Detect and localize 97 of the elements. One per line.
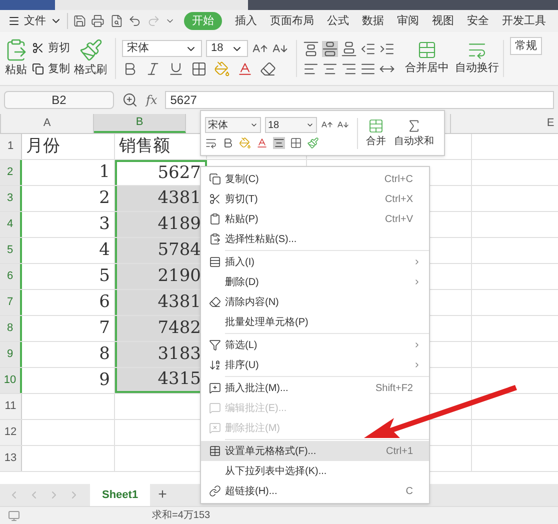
copy-icon bbox=[32, 62, 44, 75]
zoom-icon[interactable] bbox=[122, 92, 138, 108]
merge-cells-icon bbox=[368, 118, 384, 134]
menu-item-icon bbox=[209, 402, 221, 414]
merge-cells-icon bbox=[417, 40, 437, 60]
menu-item-icon bbox=[209, 445, 221, 457]
format-painter-icon[interactable] bbox=[307, 137, 319, 149]
cut-button[interactable]: 剪切 bbox=[32, 40, 70, 56]
border-icon[interactable] bbox=[290, 137, 302, 149]
context-menu-item[interactable]: 从下拉列表中选择(K)... bbox=[201, 461, 429, 481]
italic-icon[interactable] bbox=[145, 61, 161, 77]
ribbon-tab[interactable]: 页面布局 bbox=[266, 12, 318, 30]
merge-center-button[interactable]: 合并居中 bbox=[405, 40, 449, 77]
formula-input[interactable]: 5627 bbox=[165, 91, 554, 109]
clear-icon[interactable] bbox=[260, 61, 276, 77]
row-header[interactable]: 11 bbox=[0, 394, 22, 419]
row-header[interactable]: 6 bbox=[0, 264, 22, 289]
save-icon[interactable] bbox=[72, 13, 86, 29]
menu-item-icon bbox=[209, 485, 221, 497]
add-sheet-button[interactable]: + bbox=[150, 484, 175, 506]
font-color-icon[interactable] bbox=[237, 61, 253, 77]
ribbon-tab[interactable]: 数据 bbox=[358, 12, 388, 30]
table-cell: 5627 bbox=[115, 160, 207, 185]
shortcut-text: Ctrl+X bbox=[384, 192, 413, 206]
shortcut-text: Shift+F2 bbox=[375, 382, 413, 396]
font-size-select[interactable]: 18 bbox=[265, 117, 317, 133]
row-header[interactable]: 12 bbox=[0, 420, 22, 445]
font-size-select[interactable]: 18 bbox=[206, 40, 248, 57]
paintbrush-icon bbox=[78, 38, 102, 62]
context-menu-item[interactable]: 超链接(H)... C bbox=[201, 481, 429, 501]
context-menu-item[interactable]: 设置单元格格式(F)... Ctrl+1 bbox=[201, 441, 429, 461]
border-icon[interactable] bbox=[191, 61, 207, 77]
copy-button[interactable]: 复制 bbox=[32, 60, 70, 77]
row-header[interactable]: 4 bbox=[0, 212, 22, 237]
font-select[interactable]: 宋体 bbox=[122, 40, 202, 57]
column-header[interactable]: E bbox=[451, 114, 558, 133]
menu-item-icon bbox=[209, 173, 221, 185]
menu-item-icon bbox=[209, 339, 221, 351]
ribbon-tab[interactable]: 插入 bbox=[231, 12, 262, 30]
paste-button[interactable]: 粘贴 bbox=[4, 38, 28, 79]
ribbon-tab[interactable]: 开发工具 bbox=[498, 12, 550, 30]
print-preview-icon[interactable] bbox=[110, 13, 124, 29]
fx-label: fx bbox=[146, 92, 158, 109]
merge-button[interactable]: 合并 bbox=[357, 118, 386, 148]
menu-item-icon bbox=[209, 233, 221, 245]
font-color-icon[interactable] bbox=[256, 137, 268, 149]
fill-color-icon[interactable] bbox=[239, 137, 251, 149]
row-header[interactable]: 5 bbox=[0, 238, 22, 263]
menu-item-icon bbox=[209, 193, 221, 205]
format-painter-button[interactable]: 格式刷 bbox=[74, 38, 107, 79]
row-header[interactable]: 7 bbox=[0, 290, 22, 315]
table-cell: 月份 bbox=[22, 134, 115, 159]
shortcut-text: Ctrl+1 bbox=[386, 444, 413, 458]
ribbon-tab[interactable]: 视图 bbox=[428, 12, 458, 30]
align-middle-icon[interactable] bbox=[322, 40, 338, 56]
row-header[interactable]: 13 bbox=[0, 446, 22, 471]
print-icon[interactable] bbox=[91, 13, 105, 29]
row-header[interactable]: 10 bbox=[0, 368, 22, 393]
wrap-icon[interactable] bbox=[205, 137, 217, 149]
align-top-icon[interactable] bbox=[303, 40, 319, 56]
menu-icon bbox=[8, 15, 20, 27]
name-box[interactable]: B2 bbox=[4, 91, 114, 109]
align-bottom-icon[interactable] bbox=[341, 40, 357, 56]
shortcut-text: C bbox=[406, 484, 413, 498]
caret-icon bbox=[250, 121, 258, 129]
wrap-text-button[interactable]: 自动换行 bbox=[455, 40, 504, 77]
menu-item-icon bbox=[209, 296, 221, 308]
row-header[interactable]: 2 bbox=[0, 160, 22, 185]
menu-item-icon bbox=[209, 256, 221, 268]
status-icon bbox=[8, 510, 20, 522]
sheet-tab[interactable]: Sheet1 bbox=[90, 484, 150, 506]
scissors-icon bbox=[32, 42, 44, 54]
fill-color-icon[interactable] bbox=[214, 61, 230, 77]
align-center-icon[interactable] bbox=[273, 137, 285, 149]
sum-status: 求和=4万153 bbox=[152, 508, 210, 523]
menu-item-icon bbox=[209, 422, 221, 434]
ribbon-tab[interactable]: 安全 bbox=[463, 12, 494, 30]
ribbon-tab[interactable]: 公式 bbox=[323, 12, 354, 30]
menu-item-icon bbox=[209, 359, 221, 371]
row-header[interactable]: 1 bbox=[0, 134, 22, 159]
row-header[interactable]: 8 bbox=[0, 316, 22, 341]
menu-item-icon bbox=[209, 213, 221, 225]
row-header[interactable]: 3 bbox=[0, 186, 22, 211]
shortcut-text: Ctrl+C bbox=[384, 172, 413, 186]
number-format-select[interactable]: 常规 bbox=[510, 37, 542, 55]
undo-icon[interactable] bbox=[128, 13, 142, 29]
autosum-button[interactable]: 自动求和 bbox=[394, 118, 434, 148]
menu-item-icon bbox=[209, 382, 221, 394]
column-header[interactable]: B bbox=[94, 114, 186, 133]
bold-icon[interactable] bbox=[222, 137, 234, 149]
file-menu[interactable]: 文件 bbox=[8, 12, 62, 30]
font-select[interactable]: 宋体 bbox=[205, 117, 261, 133]
row-header[interactable]: 9 bbox=[0, 342, 22, 367]
shortcut-text: Ctrl+V bbox=[384, 212, 413, 226]
ribbon-tab[interactable]: 审阅 bbox=[393, 12, 424, 30]
caret-icon bbox=[306, 121, 314, 129]
underline-icon[interactable] bbox=[168, 61, 184, 77]
